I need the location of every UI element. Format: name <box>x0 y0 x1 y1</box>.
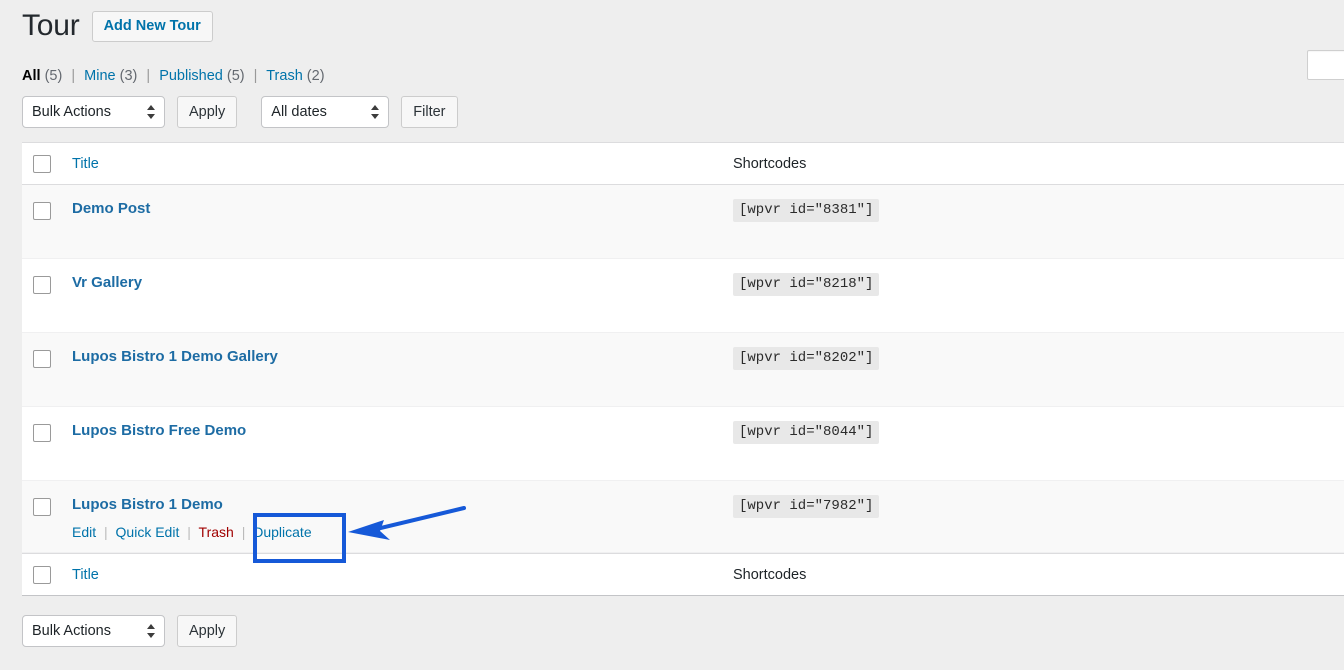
row-actions: Edit | Quick Edit | Trash | Duplicate <box>72 522 733 542</box>
table-header-row: Title Shortcodes <box>22 143 1344 185</box>
row-checkbox-cell <box>22 259 72 294</box>
apply-button-bottom[interactable]: Apply <box>177 615 238 647</box>
status-link-mine[interactable]: Mine <box>84 68 115 84</box>
status-count-published: (5) <box>226 68 245 84</box>
row-action-edit[interactable]: Edit <box>72 524 96 540</box>
dates-select-wrap: All dates <box>261 96 390 128</box>
row-action-trash[interactable]: Trash <box>199 524 234 540</box>
table-row: Demo Post [wpvr id="8381"] <box>22 185 1344 259</box>
row-title-link[interactable]: Vr Gallery <box>72 273 142 293</box>
select-all-cell <box>22 154 72 173</box>
row-title-link[interactable]: Demo Post <box>72 199 150 219</box>
bulk-actions-select-top[interactable]: Bulk Actions <box>22 96 165 128</box>
table-row: Vr Gallery [wpvr id="8218"] <box>22 259 1344 333</box>
row-shortcode-cell: [wpvr id="8381"] <box>733 185 1344 222</box>
separator: | <box>241 524 246 540</box>
column-header-title-label[interactable]: Title <box>72 156 99 172</box>
row-title-cell: Lupos Bistro Free Demo <box>72 407 733 441</box>
status-link-all[interactable]: All <box>22 68 41 84</box>
column-footer-title-label[interactable]: Title <box>72 567 99 583</box>
bulk-actions-select-wrap-bottom: Bulk Actions <box>22 615 165 647</box>
add-new-tour-button[interactable]: Add New Tour <box>91 10 213 42</box>
status-count-all: (5) <box>44 68 63 84</box>
table-row: Lupos Bistro Free Demo [wpvr id="8044"] <box>22 407 1344 481</box>
select-all-cell <box>22 565 72 584</box>
status-count-trash: (2) <box>306 68 325 84</box>
shortcode-value: [wpvr id="7982"] <box>733 495 880 518</box>
column-header-shortcodes-label: Shortcodes <box>733 155 807 172</box>
row-action-quick-edit[interactable]: Quick Edit <box>116 524 180 540</box>
row-checkbox-cell <box>22 407 72 442</box>
separator: | <box>187 524 191 540</box>
all-dates-select[interactable]: All dates <box>261 96 390 128</box>
shortcode-value: [wpvr id="8044"] <box>733 421 880 444</box>
shortcode-value: [wpvr id="8202"] <box>733 347 880 370</box>
column-header-shortcodes: Shortcodes <box>733 155 1344 173</box>
table-footer-row: Title Shortcodes <box>22 553 1344 595</box>
column-footer-shortcodes-label: Shortcodes <box>733 566 807 583</box>
page-header: Tour Add New Tour <box>22 8 213 44</box>
separator: | <box>253 68 258 84</box>
row-checkbox[interactable] <box>33 350 51 368</box>
bulk-actions-select-wrap: Bulk Actions <box>22 96 165 128</box>
column-footer-shortcodes: Shortcodes <box>733 566 1344 584</box>
shortcode-value: [wpvr id="8218"] <box>733 273 880 296</box>
bulk-actions-select-bottom[interactable]: Bulk Actions <box>22 615 165 647</box>
row-checkbox-cell <box>22 185 72 220</box>
status-link-published[interactable]: Published <box>159 68 223 84</box>
row-shortcode-cell: [wpvr id="8202"] <box>733 333 1344 370</box>
table-row: Lupos Bistro 1 Demo Edit | Quick Edit | … <box>22 481 1344 553</box>
row-checkbox[interactable] <box>33 276 51 294</box>
separator: | <box>71 68 76 84</box>
row-title-cell: Demo Post <box>72 185 733 219</box>
row-checkbox-cell <box>22 481 72 516</box>
status-count-mine: (3) <box>119 68 138 84</box>
separator: | <box>146 68 151 84</box>
column-header-title: Title <box>72 155 733 173</box>
status-link-trash[interactable]: Trash <box>266 68 303 84</box>
tablenav-top: Bulk Actions Apply All dates Filter <box>22 96 458 128</box>
tour-list-table: Title Shortcodes Demo Post [wpvr id="838… <box>22 142 1344 596</box>
status-filter-links: All (5) | Mine (3) | Published (5) | Tra… <box>22 66 325 86</box>
separator: | <box>104 524 108 540</box>
row-title-cell: Lupos Bistro 1 Demo Gallery <box>72 333 733 367</box>
filter-button[interactable]: Filter <box>401 96 458 128</box>
row-title-link[interactable]: Lupos Bistro 1 Demo <box>72 495 223 515</box>
shortcode-value: [wpvr id="8381"] <box>733 199 880 222</box>
page-title: Tour <box>22 9 80 42</box>
row-checkbox-cell <box>22 333 72 368</box>
row-title-link[interactable]: Lupos Bistro Free Demo <box>72 421 246 441</box>
select-all-checkbox-top[interactable] <box>33 154 51 173</box>
row-title-link[interactable]: Lupos Bistro 1 Demo Gallery <box>72 347 278 367</box>
row-shortcode-cell: [wpvr id="8218"] <box>733 259 1344 296</box>
row-action-duplicate[interactable]: Duplicate <box>253 524 311 540</box>
apply-button-top[interactable]: Apply <box>177 96 238 128</box>
column-footer-title: Title <box>72 566 733 584</box>
search-input[interactable] <box>1307 50 1344 80</box>
select-all-checkbox-bottom[interactable] <box>33 565 51 584</box>
row-checkbox[interactable] <box>33 498 51 516</box>
row-title-cell: Vr Gallery <box>72 259 733 293</box>
tablenav-bottom: Bulk Actions Apply <box>22 615 238 647</box>
row-shortcode-cell: [wpvr id="7982"] <box>733 481 1344 518</box>
row-checkbox[interactable] <box>33 202 51 220</box>
table-row: Lupos Bistro 1 Demo Gallery [wpvr id="82… <box>22 333 1344 407</box>
row-checkbox[interactable] <box>33 424 51 442</box>
row-shortcode-cell: [wpvr id="8044"] <box>733 407 1344 444</box>
row-title-cell: Lupos Bistro 1 Demo Edit | Quick Edit | … <box>72 481 733 542</box>
admin-page: Tour Add New Tour All (5) | Mine (3) | P… <box>0 0 1344 670</box>
